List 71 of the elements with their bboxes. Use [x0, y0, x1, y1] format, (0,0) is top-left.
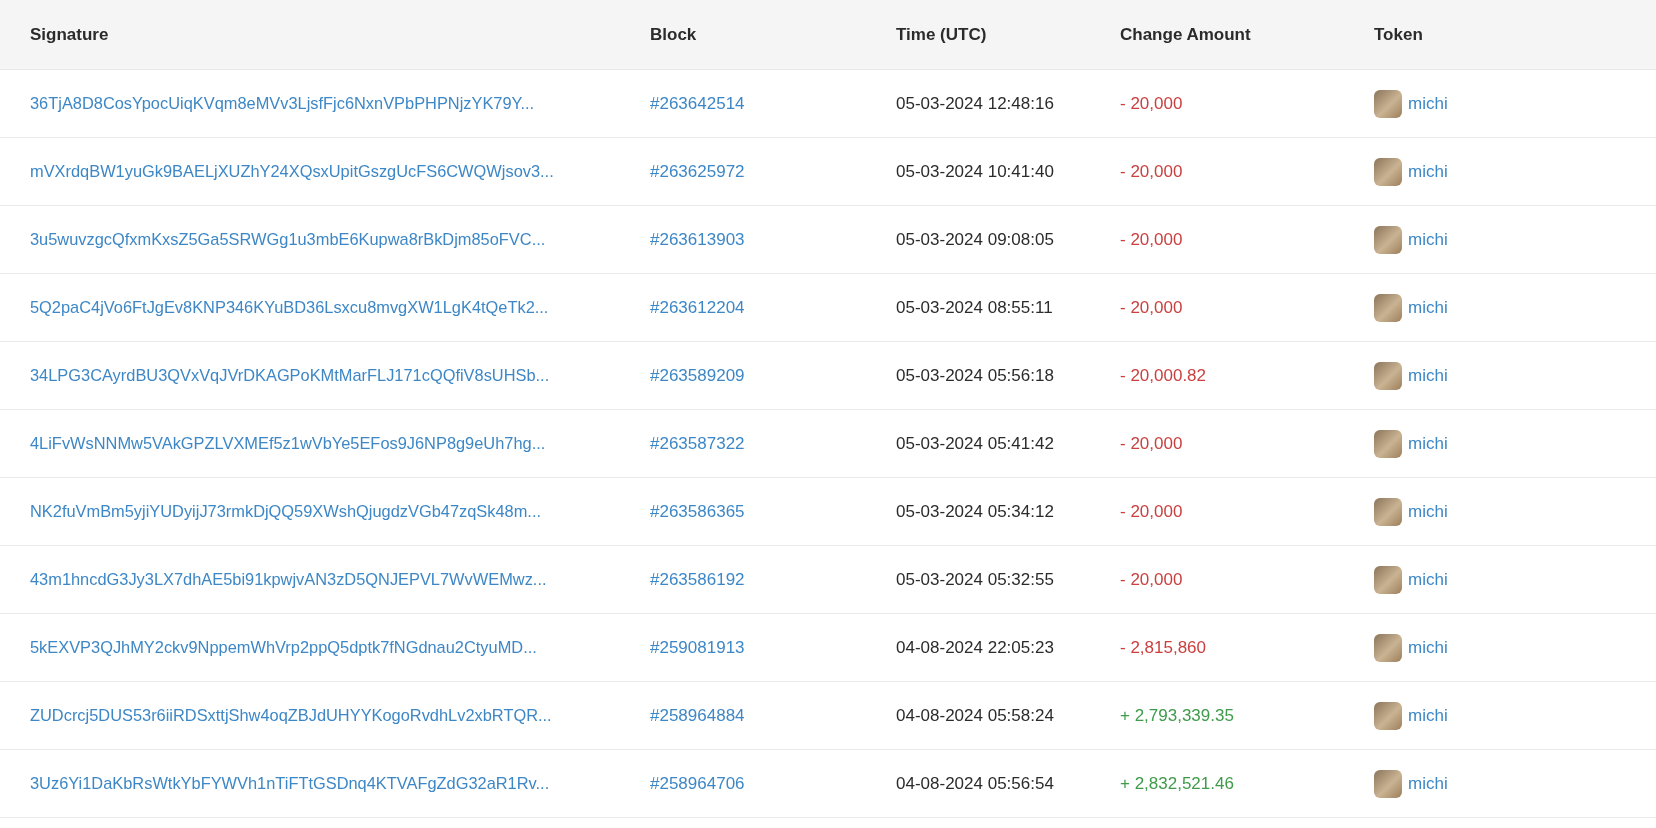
block-link[interactable]: #258964884 [650, 705, 745, 726]
token-link[interactable]: michi [1408, 297, 1448, 318]
column-header: Signature [30, 24, 110, 45]
time-cell: 05-03-2024 05:34:12 [896, 501, 1054, 522]
token-image-placeholder [1374, 225, 1402, 254]
token-link[interactable]: michi [1408, 501, 1448, 522]
time-cell: 04-08-2024 05:58:24 [896, 705, 1054, 726]
block-link[interactable]: #263586365 [650, 501, 745, 522]
signature-link[interactable]: NK2fuVmBm5yjiYUDyijJ73rmkDjQQ59XWshQjugdzVGb47zqSk48m... [30, 502, 541, 521]
column-header: Change Amount [1120, 24, 1252, 45]
token-link[interactable]: michi [1408, 637, 1448, 658]
signature-link[interactable]: 3u5wuvzgcQfxmKxsZ5Ga5SRWGg1u3mbE6Kupwa8rBkDjm85oFVC... [30, 230, 546, 249]
block-link[interactable]: #263586192 [650, 569, 745, 590]
change-amount: - 2,815,860 [1120, 637, 1206, 658]
signature-link[interactable]: 43m1hncdG3Jy3LX7dhAE5bi91kpwjvAN3zD5QNJEPVL7WvWEMwz... [30, 570, 547, 589]
signature-link[interactable]: 36TjA8D8CosYpocUiqKVqm8eMVv3LjsfFjc6NxnVPbPHPNjzYK79Y... [30, 94, 535, 113]
signature-link[interactable]: 3Uz6Yi1DaKbRsWtkYbFYWVh1nTiFTtGSDnq4KTVAFgZdG32aR1Rv... [30, 774, 550, 793]
column-header: Token [1374, 24, 1424, 45]
token-image-placeholder [1374, 429, 1402, 458]
token-image-placeholder [1374, 633, 1402, 662]
change-amount: - 20,000 [1120, 433, 1183, 454]
signature-link[interactable]: 5Q2paC4jVo6FtJgEv8KNP346KYuBD36Lsxcu8mvgXW1LgK4tQeTk2... [30, 298, 549, 317]
block-link[interactable]: #258964706 [650, 773, 745, 794]
time-cell: 05-03-2024 05:41:42 [896, 433, 1054, 454]
token-link[interactable]: michi [1408, 433, 1448, 454]
token-link[interactable]: michi [1408, 93, 1448, 114]
time-cell: 04-08-2024 05:56:54 [896, 773, 1054, 794]
change-amount: - 20,000 [1120, 93, 1183, 114]
block-link[interactable]: #263642514 [650, 93, 745, 114]
change-amount: + 2,793,339.35 [1120, 705, 1234, 726]
token-image-placeholder [1374, 361, 1402, 390]
signature-link[interactable]: 34LPG3CAyrdBU3QVxVqJVrDKAGPoKMtMarFLJ171cQQfiV8sUHSb... [30, 366, 550, 385]
time-cell: 05-03-2024 05:56:18 [896, 365, 1054, 386]
column-header: Time (UTC) [896, 24, 988, 45]
time-cell: 05-03-2024 12:48:16 [896, 93, 1054, 114]
token-image-placeholder [1374, 497, 1402, 526]
token-image-placeholder [1374, 565, 1402, 594]
token-image-placeholder [1374, 769, 1402, 798]
signature-link[interactable]: mVXrdqBW1yuGk9BAELjXUZhY24XQsxUpitGszgUcFS6CWQWjsov3... [30, 162, 554, 181]
token-image-placeholder [1374, 701, 1402, 730]
token-link[interactable]: michi [1408, 161, 1448, 182]
token-link[interactable]: michi [1408, 365, 1448, 386]
block-link[interactable]: #263612204 [650, 297, 745, 318]
block-link[interactable]: #263587322 [650, 433, 745, 454]
change-amount: - 20,000 [1120, 569, 1183, 590]
token-link[interactable]: michi [1408, 705, 1448, 726]
block-link[interactable]: #263625972 [650, 161, 745, 182]
change-amount: - 20,000 [1120, 501, 1183, 522]
change-amount: + 2,832,521.46 [1120, 773, 1234, 794]
change-amount: - 20,000 [1120, 161, 1183, 182]
time-cell: 05-03-2024 10:41:40 [896, 161, 1054, 182]
time-cell: 05-03-2024 09:08:05 [896, 229, 1054, 250]
block-link[interactable]: #263613903 [650, 229, 745, 250]
token-image-placeholder [1374, 157, 1402, 186]
change-amount: - 20,000 [1120, 229, 1183, 250]
token-image-placeholder [1374, 293, 1402, 322]
time-cell: 04-08-2024 22:05:23 [896, 637, 1054, 658]
block-link[interactable]: #259081913 [650, 637, 745, 658]
signature-link[interactable]: ZUDcrcj5DUS53r6iiRDSxttjShw4oqZBJdUHYYKogoRvdhLv2xbRTQR... [30, 706, 552, 725]
signature-link[interactable]: 4LiFvWsNNMw5VAkGPZLVXMEf5z1wVbYe5EFos9J6NP8g9eUh7hg... [30, 434, 546, 453]
change-amount: - 20,000.82 [1120, 365, 1206, 386]
column-header: Block [650, 24, 698, 45]
token-link[interactable]: michi [1408, 773, 1448, 794]
token-link[interactable]: michi [1408, 569, 1448, 590]
signature-link[interactable]: 5kEXVP3QJhMY2ckv9NppemWhVrp2ppQ5dptk7fNGdnau2CtyuMD... [30, 638, 537, 657]
time-cell: 05-03-2024 05:32:55 [896, 569, 1054, 590]
token-link[interactable]: michi [1408, 229, 1448, 250]
block-link[interactable]: #263589209 [650, 365, 745, 386]
change-amount: - 20,000 [1120, 297, 1183, 318]
time-cell: 05-03-2024 08:55:11 [896, 297, 1053, 318]
token-image-placeholder [1374, 89, 1402, 118]
